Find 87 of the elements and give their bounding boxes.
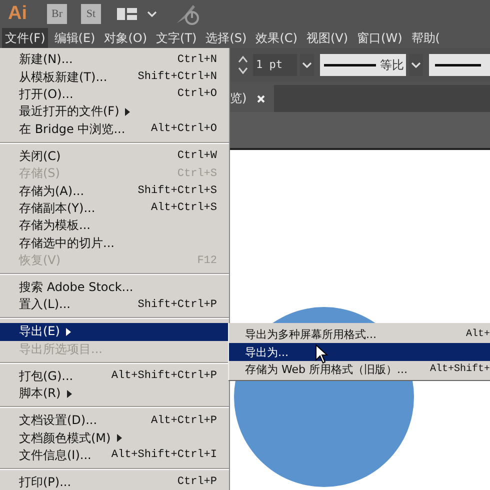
menu-item[interactable]: 存储选中的切片... [0, 234, 229, 252]
layout-icon[interactable] [117, 7, 137, 21]
menu-item-label: 存储选中的切片... [19, 234, 114, 252]
menu-item[interactable]: 文档设置(D)... Alt+Ctrl+P [0, 412, 229, 430]
shortcut-label: F12 [197, 254, 217, 267]
menu-item-label: 打开(O)... [19, 86, 74, 103]
menu-item[interactable]: 打包(G)... Alt+Shift+Ctrl+P [0, 368, 229, 386]
menu-item-label: 导出为... [245, 344, 288, 360]
menu-item[interactable]: 从模板新建(T)... Shift+Ctrl+N [0, 68, 229, 86]
stroke-weight-field[interactable]: 1 pt [253, 54, 297, 76]
shortcut-label: Shift+Ctrl+N [138, 71, 217, 84]
menu-item[interactable]: 新建(N)... Ctrl+N [0, 51, 229, 68]
menu-bar-item[interactable]: 窗口(W) [354, 28, 406, 48]
menu-item-label: 最近打开的文件(F) [19, 103, 120, 120]
menu-item-label: 存储为 Web 所用格式（旧版）... [245, 362, 408, 377]
menu-item-label: 文档颜色模式(M) [19, 430, 111, 447]
spinner-icon[interactable] [238, 55, 248, 75]
shortcut-label: Alt+Ctrl+S [150, 202, 217, 214]
menu-item-label: 新建(N)... [19, 51, 73, 68]
menu-item-label: 文件信息(I)... [19, 446, 92, 464]
app-button[interactable]: Br [47, 4, 67, 24]
menu-item[interactable]: 搜索 Adobe Stock... [0, 278, 229, 296]
menu-item[interactable]: 在 Bridge 中浏览... Alt+Ctrl+O [0, 120, 229, 138]
menu-item[interactable]: 脚本(R) [0, 385, 229, 402]
stroke-line-icon [435, 63, 481, 67]
tab-title: 览) [230, 90, 247, 107]
brush-dropdown[interactable] [429, 54, 490, 76]
menu-item-label: 置入(L)... [19, 296, 70, 314]
menu-bar-item[interactable]: 对象(O) [101, 28, 150, 48]
menu-item-label: 打印(P)... [19, 474, 72, 490]
menu-item[interactable]: 导出为... [229, 343, 490, 361]
caret-icon[interactable] [147, 11, 157, 17]
menu-item-label: 文档设置(D)... [19, 412, 98, 430]
shortcut-label: Alt+Shift+Ctrl+P [111, 370, 217, 382]
shortcut-label: Alt+Shift+ [430, 364, 490, 375]
profile-dropdown[interactable]: 等比 [320, 54, 406, 76]
menu-item[interactable]: 存储副本(Y)... Alt+Ctrl+S [0, 200, 229, 218]
shortcut-label: Shift+Ctrl+P [138, 298, 217, 311]
shortcut-label: Ctrl+P [177, 476, 217, 488]
menu-item-label: 存储为模板... [19, 217, 90, 234]
shortcut-label: Alt+Ctrl+P [150, 414, 217, 427]
close-icon[interactable] [256, 94, 265, 102]
menu-item[interactable]: 置入(L)... Shift+Ctrl+P [0, 296, 229, 314]
menu-item-label: 打包(G)... [19, 368, 74, 385]
menu-bar-item[interactable]: 文字(T) [153, 28, 200, 48]
menu-item[interactable]: 最近打开的文件(F) [0, 103, 229, 121]
menu-item-label: 导出所选项目... [19, 340, 102, 358]
menu-item-label: 从模板新建(T)... [19, 68, 108, 86]
menu-item-label: 存储为(A)... [19, 182, 84, 200]
menu-item[interactable]: 存储为模板... [0, 217, 229, 234]
menu-bar-item[interactable]: 帮助( [408, 28, 443, 48]
menu-bar-item[interactable]: 视图(V) [303, 28, 352, 48]
menu-bar-item[interactable]: 文件(F) [2, 28, 48, 48]
shortcut-label: Alt+Ctrl+O [150, 123, 217, 136]
menu-item-label: 脚本(R) [19, 385, 61, 402]
menu-item-label: 存储副本(Y)... [19, 200, 96, 217]
menu-item[interactable]: 文档颜色模式(M) [0, 429, 229, 447]
shortcut-label: Ctrl+O [177, 88, 217, 100]
menu-bar-item[interactable]: 编辑(E) [51, 28, 98, 48]
menu-item[interactable]: 文件信息(I)... Alt+Shift+Ctrl+I [0, 446, 229, 464]
menu-item-label: 存储(S) [19, 165, 60, 182]
menu-item-label: 导出为多种屏幕所用格式... [245, 327, 376, 342]
menu-item-label: 恢复(V) [19, 252, 61, 270]
profile-label: 等比 [380, 56, 404, 74]
shortcut-label: Ctrl+N [177, 54, 217, 66]
menu-bar-item[interactable]: 效果(C) [252, 28, 300, 48]
menu-bar-item[interactable]: 选择(S) [202, 28, 250, 48]
menu-item-label: 搜索 Adobe Stock... [19, 279, 134, 296]
menu-item[interactable]: 导出(E) [0, 323, 229, 341]
shortcut-label: Shift+Ctrl+S [138, 185, 217, 198]
shortcut-label: Alt+ [466, 329, 490, 340]
menu-item-label: 关闭(C) [19, 148, 61, 165]
menu-item-label: 在 Bridge 中浏览... [19, 120, 126, 138]
shortcut-label: Alt+Shift+Ctrl+I [111, 449, 217, 462]
menu-item[interactable]: 存储为(A)... Shift+Ctrl+S [0, 182, 229, 200]
mouse-pointer-icon [315, 344, 328, 364]
menu-item[interactable]: 存储为 Web 所用格式（旧版）... Alt+Shift+ [229, 360, 490, 378]
menu-item[interactable]: 打开(O)... Ctrl+O [0, 86, 229, 104]
menu-item-label: 导出(E) [19, 323, 60, 340]
menu-item[interactable]: 导出为多种屏幕所用格式... Alt+ [229, 326, 490, 344]
app-logo: Ai [8, 3, 27, 25]
menu-item[interactable]: 打印(P)... Ctrl+P [0, 474, 229, 490]
stroke-line-icon [324, 63, 376, 67]
shortcut-label: Ctrl+S [177, 168, 217, 180]
menu-item[interactable]: 关闭(C) Ctrl+W [0, 148, 229, 165]
shortcut-label: Ctrl+W [177, 150, 217, 162]
app-button[interactable]: St [81, 4, 101, 24]
